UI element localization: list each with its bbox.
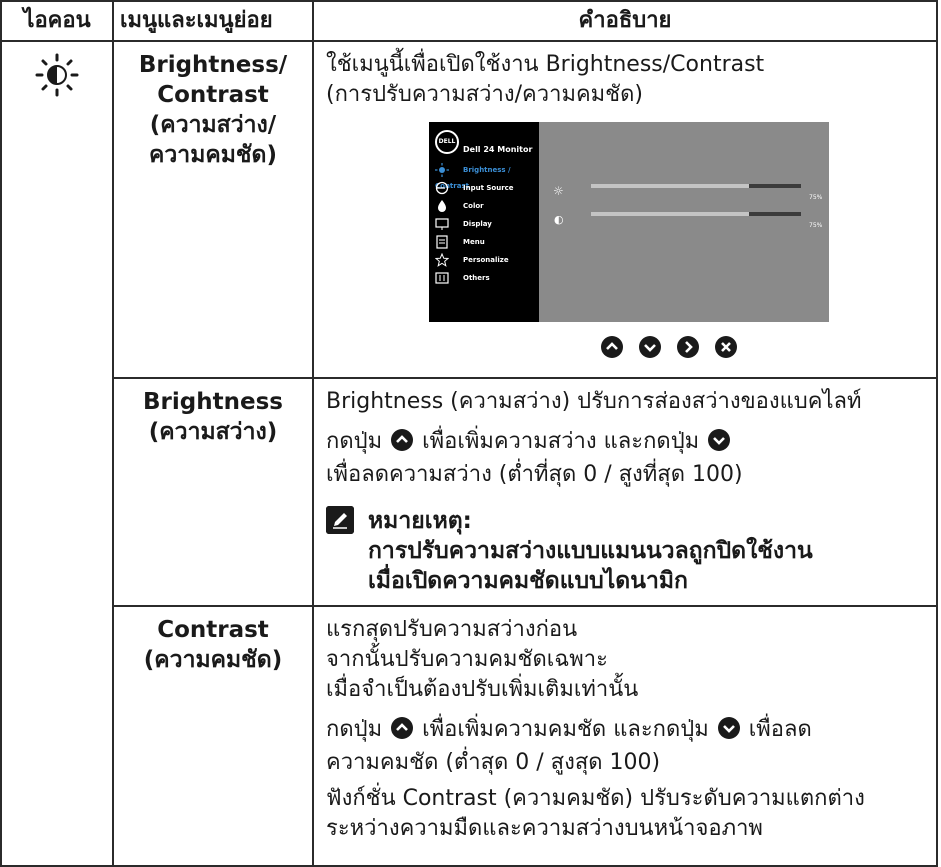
osd-item-brightness-contrast[interactable]: Brightness / Contrast: [435, 162, 539, 190]
table-row: Brightness (ความสว่าง) Brightness (ความส…: [1, 377, 938, 607]
close-button-icon[interactable]: [715, 336, 737, 367]
osd-nav-buttons: [601, 336, 930, 364]
name-line: Contrast: [157, 82, 269, 108]
brightness-slider-fill: [591, 184, 749, 188]
osd-screenshot: DELL Dell 24 Monitor Brightness / Contra…: [429, 122, 829, 322]
down-button-icon: [708, 429, 731, 460]
desc-fragment: เพื่อเพิ่มความคมชัด และกดปุ่ม: [422, 717, 709, 742]
note-title: หมายเหตุ:: [368, 508, 472, 534]
desc-fragment: กดปุ่ม: [326, 429, 383, 454]
osd-item-input-source[interactable]: Input Source: [435, 180, 539, 196]
osd-title: Dell 24 Monitor: [463, 145, 533, 154]
desc-text: กดปุ่ม เพื่อเพิ่มความคมชัด และกดปุ่ม เพื…: [326, 715, 930, 748]
description-brightness-contrast: ใช้เมนูนี้เพื่อเปิดใช้งาน Brightness/Con…: [312, 40, 938, 379]
menu-description-table: ไอคอน เมนูและเมนูย่อย คำอธิบาย Brightnes…: [0, 0, 938, 867]
osd-item-label: Color: [463, 202, 484, 210]
osd-item-others[interactable]: Others: [435, 270, 539, 286]
osd-item-label: Display: [463, 220, 492, 228]
input-source-icon: [435, 181, 449, 195]
osd-item-label: Others: [463, 274, 490, 282]
contrast-value: 75%: [809, 222, 823, 229]
header-icon: ไอคอน: [0, 0, 114, 42]
brightness-slider-icon: ☼: [553, 184, 564, 198]
desc-text: เมื่อจำเป็นต้องปรับเพิ่มเติมเท่านั้น: [326, 677, 639, 702]
desc-fragment: เพื่อเพิ่มความสว่าง และกดปุ่ม: [422, 429, 700, 454]
table-header-row: ไอคอน เมนูและเมนูย่อย คำอธิบาย: [0, 0, 938, 42]
contrast-slider[interactable]: [591, 212, 801, 216]
brightness-icon: [435, 163, 449, 177]
brightness-contrast-icon: [35, 53, 79, 97]
down-button-icon: [717, 717, 740, 748]
desc-text: กดปุ่ม เพื่อเพิ่มความสว่าง และกดปุ่ม: [326, 427, 930, 460]
osd-item-personalize[interactable]: Personalize: [434, 252, 539, 268]
contrast-slider-icon: ◐: [554, 213, 564, 226]
name-line: (ความสว่าง): [148, 419, 278, 445]
menu-name-brightness-contrast: Brightness/ Contrast (ความสว่าง/ ความคมช…: [112, 40, 314, 379]
osd-item-label: Menu: [463, 238, 485, 246]
menu-name-contrast: Contrast (ความคมชัด): [112, 605, 314, 867]
table-row: Brightness/ Contrast (ความสว่าง/ ความคมช…: [0, 40, 938, 867]
star-icon: [434, 252, 450, 267]
name-line: Contrast: [157, 617, 269, 643]
desc-text: เพื่อลดความสว่าง (ต่ำที่สุด 0 / สูงที่สุ…: [326, 462, 743, 487]
name-line: (ความสว่าง/: [149, 112, 277, 138]
osd-item-label: Input Source: [463, 184, 514, 192]
header-description: คำอธิบาย: [312, 0, 938, 42]
desc-text: ระหว่างความมืดและความสว่างบนหน้าจอภาพ: [326, 816, 763, 841]
menu-name-brightness: Brightness (ความสว่าง): [112, 377, 314, 607]
desc-text: จากนั้นปรับความคมชัดเฉพาะ: [326, 647, 608, 672]
up-button-icon: [391, 717, 414, 748]
menu-icon: [435, 235, 449, 249]
note-pencil-icon: [326, 506, 354, 534]
note-box: หมายเหตุ: การปรับความสว่างแบบแมนนวลถูกปิ…: [326, 506, 930, 596]
dell-logo: DELL: [435, 130, 459, 154]
description-contrast: แรกสุดปรับความสว่างก่อน จากนั้นปรับความค…: [312, 605, 938, 867]
description-brightness: Brightness (ความสว่าง) ปรับการส่องสว่างข…: [312, 377, 938, 607]
note-line: การปรับความสว่างแบบแมนนวลถูกปิดใช้งาน: [368, 538, 813, 564]
header-menu: เมนูและเมนูย่อย: [112, 0, 314, 42]
osd-item-menu[interactable]: Menu: [435, 234, 539, 250]
brightness-slider[interactable]: [591, 184, 801, 188]
up-button-icon[interactable]: [601, 336, 623, 367]
osd-item-label: Personalize: [463, 256, 509, 264]
name-line: (ความคมชัด): [143, 647, 283, 673]
desc-text: แรกสุดปรับความสว่างก่อน: [326, 617, 578, 642]
osd-item-display[interactable]: Display: [435, 216, 539, 232]
up-button-icon: [391, 429, 414, 460]
icon-cell: [0, 40, 114, 867]
desc-text: ใช้เมนูนี้เพื่อเปิดใช้งาน Brightness/Con…: [326, 52, 765, 77]
contrast-slider-fill: [591, 212, 749, 216]
note-line: เมื่อเปิดความคมชัดแบบไดนามิก: [368, 568, 688, 594]
desc-text: ฟังก์ชั่น Contrast (ความคมชัด) ปรับระดับ…: [326, 786, 865, 811]
osd-menu-panel: DELL Dell 24 Monitor Brightness / Contra…: [429, 122, 539, 322]
desc-text: (การปรับความสว่าง/ความคมชัด): [326, 82, 643, 107]
name-line: Brightness: [143, 389, 283, 415]
table-row: Contrast (ความคมชัด) แรกสุดปรับความสว่าง…: [1, 605, 938, 867]
desc-text: ความคมชัด (ต่ำสุด 0 / สูงสุด 100): [326, 750, 661, 775]
right-button-icon[interactable]: [677, 336, 699, 367]
desc-fragment: กดปุ่ม: [326, 717, 383, 742]
brightness-value: 75%: [809, 194, 823, 201]
display-icon: [435, 217, 449, 231]
osd-item-color[interactable]: Color: [435, 198, 539, 214]
desc-text: Brightness (ความสว่าง) ปรับการส่องสว่างข…: [326, 389, 862, 414]
others-icon: [435, 271, 449, 285]
name-line: Brightness/: [138, 52, 288, 78]
name-line: ความคมชัด): [149, 142, 277, 168]
desc-fragment: เพื่อลด: [748, 717, 812, 742]
color-icon: [435, 199, 449, 213]
down-button-icon[interactable]: [639, 336, 661, 367]
